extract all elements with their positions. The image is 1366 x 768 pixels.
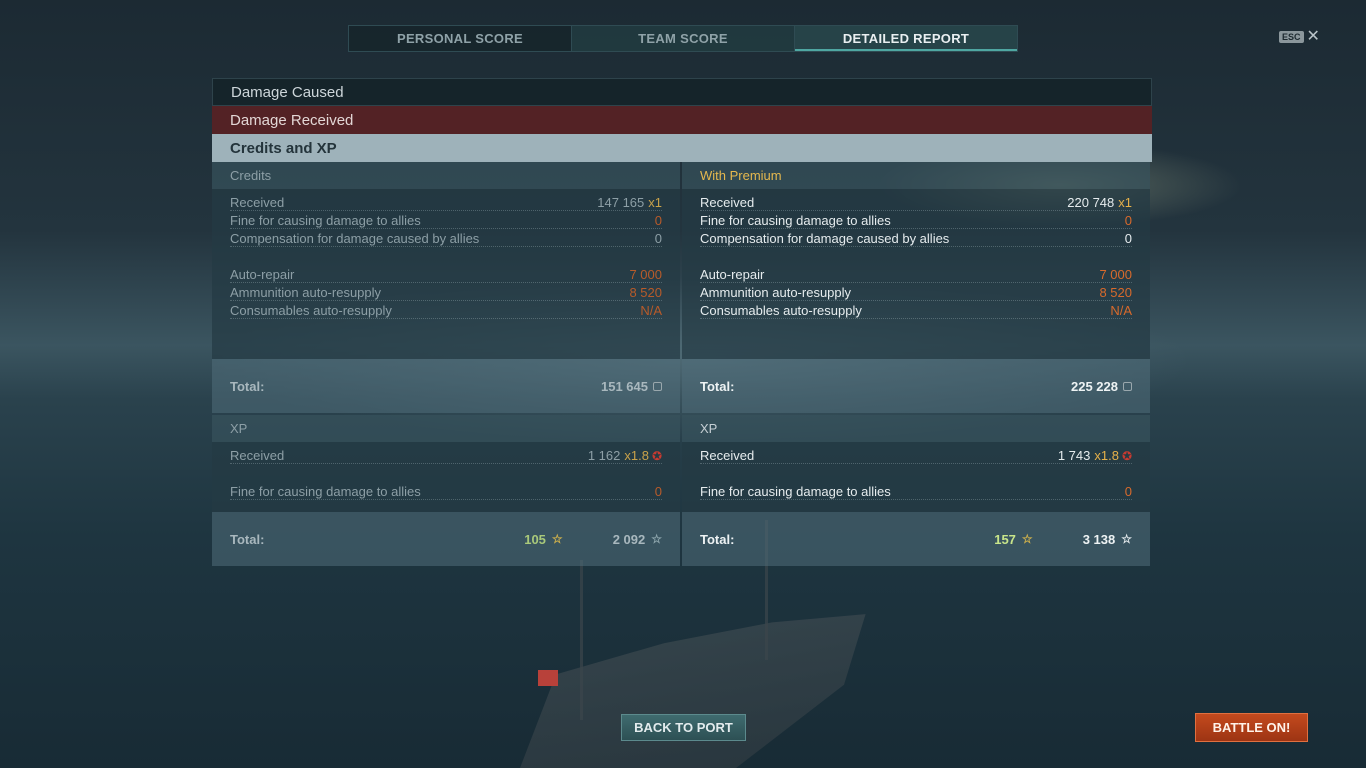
premium-xp-panel: XP Received 1 743 x1.8 ✪ Fine for causing …: [682, 415, 1150, 566]
premium-ammo-row: Ammunition auto-resupply 8 520: [700, 283, 1132, 301]
star-icon: ☆: [1121, 532, 1132, 546]
panel-header: XP: [682, 415, 1150, 442]
row-label: Received: [230, 195, 285, 210]
premium-star-icon: ✪: [1121, 449, 1132, 463]
row-value: 7 000: [629, 267, 662, 282]
credits-received-row: Received 147 165 x1: [230, 193, 662, 211]
total-value: 151 645: [601, 378, 648, 394]
panel-header: XP: [212, 415, 680, 442]
row-label: Received: [700, 448, 755, 463]
back-to-port-button[interactable]: BACK TO PORT: [621, 714, 746, 741]
tab-team-score[interactable]: TEAM SCORE: [572, 26, 795, 51]
xp-total: Total: 105 ☆ 2 092 ☆: [212, 512, 680, 566]
credits-ammo-row: Ammunition auto-resupply 8 520: [230, 283, 662, 301]
credits-fine-row: Fine for causing damage to allies 0: [230, 211, 662, 229]
premium-consumables-row: Consumables auto-resupply N/A: [700, 301, 1132, 319]
section-title: Damage Caused: [231, 83, 344, 101]
row-label: Compensation for damage caused by allies: [700, 231, 950, 246]
row-value: 1 162 x1.8 ✪: [587, 448, 662, 463]
section-title: Damage Received: [230, 111, 354, 129]
row-label: Ammunition auto-resupply: [700, 285, 852, 300]
star-icon: ☆: [1021, 532, 1033, 546]
row-value: 8 520: [629, 285, 662, 300]
esc-key-badge: ESC: [1279, 31, 1304, 43]
row-value: N/A: [1110, 303, 1132, 318]
total-value: 225 228: [1071, 378, 1118, 394]
premium-credits-total: Total: 225 228: [682, 359, 1150, 413]
row-label: Received: [230, 448, 285, 463]
credits-icon: [653, 381, 662, 391]
xp-panel: XP Received 1 162 x1.8 ✪ Fine for causing …: [212, 415, 680, 566]
row-label: Consumables auto-resupply: [230, 303, 392, 318]
battle-on-button[interactable]: BATTLE ON!: [1195, 713, 1308, 742]
total-label: Total:: [230, 378, 265, 394]
row-value: 0: [1124, 213, 1132, 228]
premium-xp-received-row: Received 1 743 x1.8 ✪: [700, 446, 1132, 464]
row-label: Fine for causing damage to allies: [700, 213, 891, 228]
premium-compensation-row: Compensation for damage caused by allies…: [700, 229, 1132, 247]
section-damage-received[interactable]: Damage Received: [212, 106, 1152, 134]
tab-detailed-report[interactable]: DETAILED REPORT: [795, 26, 1017, 51]
credits-icon: [1123, 381, 1132, 391]
total-value: 2 092: [612, 531, 646, 547]
panel-body: Received 147 165 x1 Fine for causing dama…: [212, 189, 680, 359]
section-damage-caused[interactable]: Damage Caused: [212, 78, 1152, 106]
row-label: Consumables auto-resupply: [700, 303, 862, 318]
row-value: 220 748 x1: [1067, 195, 1132, 210]
premium-credits-panel: With Premium Received 220 748 x1 Fine for…: [682, 162, 1150, 413]
row-value: 0: [1124, 231, 1132, 246]
premium-fine-row: Fine for causing damage to allies 0: [700, 211, 1132, 229]
credits-repair-row: Auto-repair 7 000: [230, 265, 662, 283]
tab-personal-score[interactable]: PERSONAL SCORE: [349, 26, 572, 51]
xp-fine-row: Fine for causing damage to allies 0: [230, 482, 662, 500]
premium-repair-row: Auto-repair 7 000: [700, 265, 1132, 283]
premium-xp-fine-row: Fine for causing damage to allies 0: [700, 482, 1132, 500]
row-value: 0: [654, 231, 662, 246]
credits-consumables-row: Consumables auto-resupply N/A: [230, 301, 662, 319]
total-value: 3 138: [1082, 531, 1116, 547]
row-value: 0: [654, 484, 662, 499]
panel-header: With Premium: [682, 162, 1150, 189]
credits-compensation-row: Compensation for damage caused by allies…: [230, 229, 662, 247]
star-icon: ☆: [651, 532, 662, 546]
section-title: Credits and XP: [230, 139, 337, 157]
panel-body: Received 1 162 x1.8 ✪ Fine for causing dam…: [212, 442, 680, 512]
free-xp-value: 157: [994, 531, 1016, 547]
background-flag: [538, 670, 558, 686]
premium-received-row: Received 220 748 x1: [700, 193, 1132, 211]
total-label: Total:: [700, 378, 735, 394]
row-label: Fine for causing damage to allies: [230, 484, 421, 499]
section-credits-and-xp[interactable]: Credits and XP: [212, 134, 1152, 162]
row-value: 8 520: [1099, 285, 1132, 300]
credits-panel: Credits Received 147 165 x1 Fine for caus…: [212, 162, 680, 413]
panel-body: Received 1 743 x1.8 ✪ Fine for causing dam…: [682, 442, 1150, 512]
panel-header: Credits: [212, 162, 680, 189]
star-icon: ☆: [551, 532, 563, 546]
premium-xp-total: Total: 157 ☆ 3 138 ☆: [682, 512, 1150, 566]
row-value: N/A: [640, 303, 662, 318]
premium-star-icon: ✪: [651, 449, 662, 463]
row-value: 1 743 x1.8 ✪: [1057, 448, 1132, 463]
background-mast: [580, 560, 583, 720]
row-value: 7 000: [1099, 267, 1132, 282]
row-label: Auto-repair: [230, 267, 295, 282]
free-xp-value: 105: [524, 531, 546, 547]
total-label: Total:: [700, 531, 735, 547]
row-label: Fine for causing damage to allies: [700, 484, 891, 499]
report-tabs: PERSONAL SCORE TEAM SCORE DETAILED REPOR…: [348, 25, 1018, 52]
row-label: Received: [700, 195, 755, 210]
xp-received-row: Received 1 162 x1.8 ✪: [230, 446, 662, 464]
row-label: Auto-repair: [700, 267, 765, 282]
credits-total: Total: 151 645: [212, 359, 680, 413]
total-label: Total:: [230, 531, 265, 547]
row-value: 147 165 x1: [597, 195, 662, 210]
panel-body: Received 220 748 x1 Fine for causing dama…: [682, 189, 1150, 359]
row-value: 0: [654, 213, 662, 228]
close-icon: ✕: [1306, 28, 1320, 45]
row-value: 0: [1124, 484, 1132, 499]
row-label: Compensation for damage caused by allies: [230, 231, 480, 246]
row-label: Ammunition auto-resupply: [230, 285, 382, 300]
row-label: Fine for causing damage to allies: [230, 213, 421, 228]
close-button[interactable]: ESC ✕: [1279, 28, 1320, 45]
